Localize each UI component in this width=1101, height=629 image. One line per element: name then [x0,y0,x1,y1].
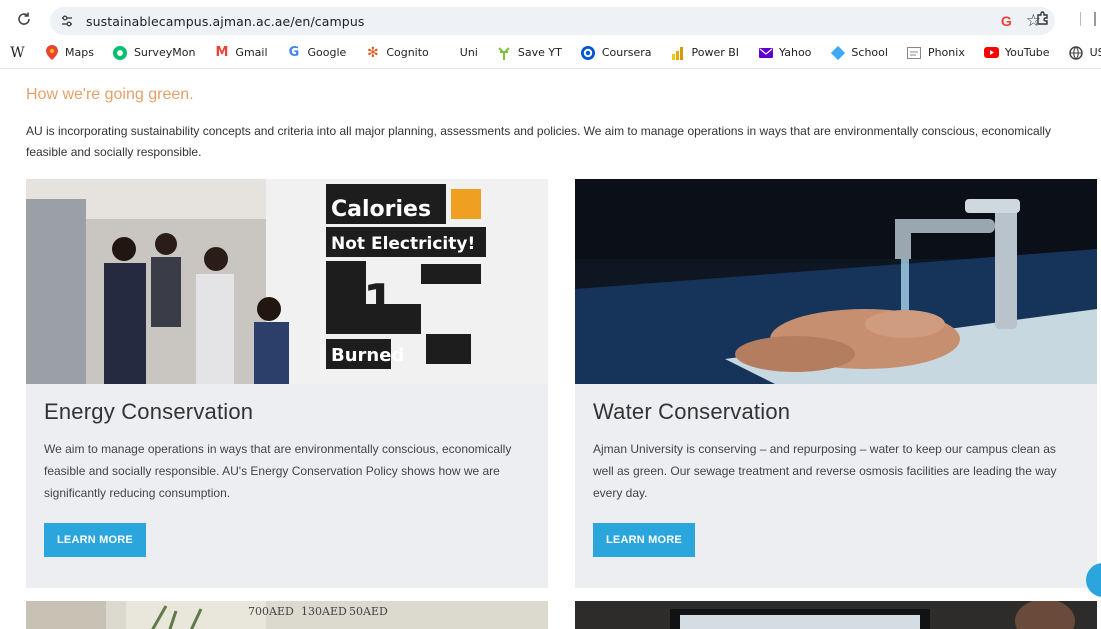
energy-conservation-image: Calories Not Electricity! 41 Calories Bu… [26,179,548,384]
bookmarks-bar: W Maps SurveyMon M Gmail G Google ✻ Cognito… [0,37,1101,69]
card-description: We aim to manage operations in ways that… [44,442,512,500]
bookmark-google[interactable]: G Google [287,45,347,60]
bookmark-surveymon[interactable]: SurveyMon [113,45,195,60]
svg-text:700AED: 700AED [248,605,294,618]
bookmark-phonix[interactable]: Phonix [907,45,965,60]
usm-icon [1069,45,1084,60]
site-info-icon[interactable] [56,10,78,32]
next-card-image-right [575,601,1097,629]
learn-more-button[interactable]: LEARN MORE [593,523,695,557]
svg-text:Calories: Calories [331,310,413,331]
card-title: Energy Conservation [44,399,254,424]
bookmark-power-bi[interactable]: Power BI [670,45,739,60]
bookmark-uni[interactable]: Uni [460,46,478,59]
bookmark-school[interactable]: School [830,45,888,60]
google-icon: G [288,45,300,60]
bookmark-wikipedia[interactable]: W [10,44,25,61]
school-icon [830,45,845,60]
youtube-icon [983,45,999,60]
surveymonkey-icon [113,45,128,60]
save-yt-icon [497,45,512,60]
cognito-icon: ✻ [366,44,379,61]
bookmark-yahoo[interactable]: Yahoo [758,45,811,60]
coursera-icon [581,45,596,60]
maps-icon [44,45,59,60]
bookmark-usm[interactable]: USM [1069,45,1101,60]
address-bar-row: sustainablecampus.ajman.ac.ae/en/campus … [0,0,1101,37]
google-lens-icon[interactable]: G [1001,13,1012,29]
bookmark-maps[interactable]: Maps [44,45,94,60]
toolbar-edge [1094,12,1096,26]
intro-paragraph: AU is incorporating sustainability conce… [26,124,1051,159]
power-bi-icon [670,45,685,60]
energy-conservation-card: Calories Not Electricity! 41 Calories Bu… [26,179,548,588]
svg-text:50AED: 50AED [349,605,388,618]
reload-icon[interactable] [14,9,34,29]
water-conservation-image [575,179,1097,384]
gmail-icon: M [215,45,229,60]
learn-more-button[interactable]: LEARN MORE [44,523,146,557]
section-heading: How we're going green. [26,86,194,103]
phonix-icon [907,45,922,60]
card-title: Water Conservation [593,399,791,424]
yahoo-icon [758,45,773,60]
bookmark-cognito[interactable]: ✻ Cognito [365,44,429,61]
bookmark-coursera[interactable]: Coursera [581,45,651,60]
omnibox[interactable]: sustainablecampus.ajman.ac.ae/en/campus … [50,7,1055,35]
url-text[interactable]: sustainablecampus.ajman.ac.ae/en/campus [86,14,364,29]
svg-text:130AED: 130AED [301,605,347,618]
water-conservation-card: Water Conservation Ajman University is c… [575,179,1097,588]
svg-text:Not Electricity!: Not Electricity! [331,234,475,254]
svg-text:Calories: Calories [331,197,431,222]
svg-text:Burned: Burned [331,345,404,366]
bookmark-youtube[interactable]: YouTube [983,45,1050,60]
page-content: How we're going green. AU is incorporati… [0,70,1101,629]
extensions-icon[interactable] [1035,10,1051,31]
card-description: Ajman University is conserving – and rep… [593,442,1057,500]
bookmark-save-yt[interactable]: Save YT [497,45,562,60]
toolbar-divider [1080,12,1081,26]
bookmark-gmail[interactable]: M Gmail [214,45,267,60]
next-card-image-left: 700AED 130AED 50AED [26,601,548,629]
wikipedia-icon: W [10,44,25,61]
